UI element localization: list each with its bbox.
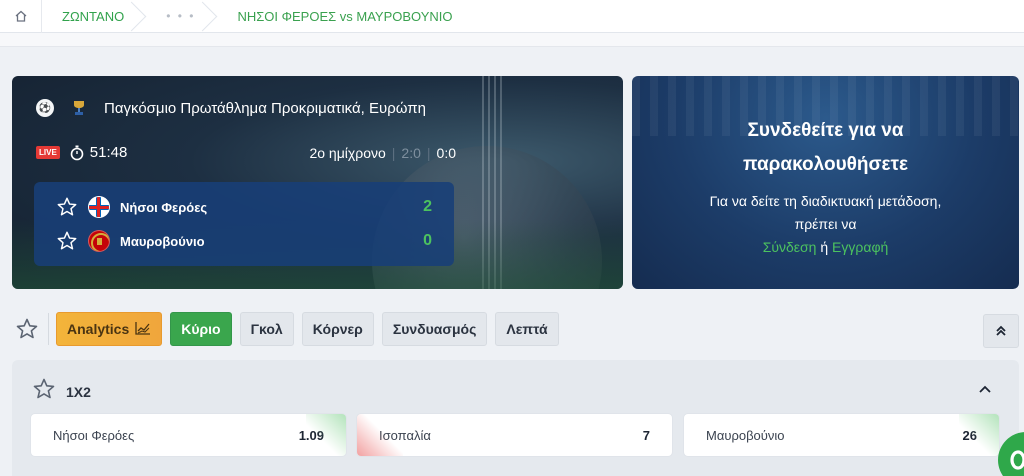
favorite-star-icon[interactable] (14, 316, 40, 342)
odd-button-away[interactable]: Μαυροβούνιο 26 (683, 413, 1000, 457)
market-title: 1X2 (66, 383, 91, 400)
match-period: 2ο ημίχρονο (309, 144, 386, 161)
login-link[interactable]: Σύνδεση (763, 239, 817, 255)
tab-corners[interactable]: Κόρνερ (301, 312, 374, 346)
live-badge: LIVE (36, 146, 60, 159)
odd-value: 7 (642, 427, 650, 443)
team-row-home: Νήσοι Φερόες 2 (34, 190, 454, 224)
market-star-icon[interactable] (32, 377, 56, 406)
chevron-up-icon[interactable] (975, 379, 995, 399)
chat-icon (1010, 450, 1024, 470)
team-name-home: Νήσοι Φερόες (120, 199, 208, 215)
promo-text: Για να δείτε τη διαδικτυακή μετάδοση, πρ… (692, 190, 959, 259)
tab-analytics-label: Analytics (67, 321, 130, 337)
breadcrumb-match: ΝΗΣΟΙ ΦΕΡΟΕΣ vs ΜΑΥΡΟΒΟΥΝΙΟ (237, 8, 453, 24)
separator: | (391, 144, 396, 161)
period-score: 0:0 (436, 144, 456, 161)
team-score-away: 0 (423, 232, 432, 249)
double-chevron-up-icon (996, 325, 1006, 336)
tab-combo[interactable]: Συνδυασμός (381, 312, 488, 346)
promo-or: ή (820, 239, 829, 255)
breadcrumb-live[interactable]: ΖΩΝΤΑΝΟ (42, 0, 146, 33)
stopwatch-icon (70, 145, 84, 161)
football-icon: ⚽ (36, 99, 54, 117)
odd-button-draw[interactable]: Ισοπαλία 7 (356, 413, 673, 457)
promo-description: Για να δείτε τη διαδικτυακή μετάδοση, πρ… (709, 193, 942, 232)
odd-label: Μαυροβούνιο (706, 427, 785, 443)
market-1x2: 1X2 Νήσοι Φερόες 1.09 Ισοπαλία 7 Μαυροβο… (12, 360, 1019, 476)
collapse-all-button[interactable] (983, 314, 1019, 348)
montenegro-flag-icon (88, 230, 110, 252)
faroe-islands-flag-icon (88, 196, 110, 218)
team-name-away: Μαυροβούνιο (120, 233, 205, 249)
league-name[interactable]: Παγκόσμιο Πρωτάθλημα Προκριματικά, Ευρώπ… (104, 100, 426, 117)
stream-login-promo: Συνδεθείτε για να παρακολουθήσετε Για να… (632, 76, 1019, 289)
trophy-icon (70, 98, 88, 118)
halftime-score: 2:0 (401, 144, 421, 161)
teams-box: Νήσοι Φερόες 2 Μαυροβούνιο 0 (34, 182, 454, 266)
odds-down-indicator (357, 414, 403, 456)
match-clock: 51:48 (89, 144, 128, 161)
market-tabs: Analytics Κύριο Γκολ Κόρνερ Συνδυασμός Λ… (14, 312, 567, 346)
home-icon (15, 10, 26, 22)
register-link[interactable]: Εγγραφή (832, 239, 888, 255)
odd-button-home[interactable]: Νήσοι Φερόες 1.09 (30, 413, 347, 457)
tab-main[interactable]: Κύριο (170, 312, 232, 346)
odds-up-indicator (959, 414, 999, 456)
separator: | (426, 144, 431, 161)
team-row-away: Μαυροβούνιο 0 (34, 224, 454, 258)
home-button[interactable] (0, 0, 42, 33)
odds-up-indicator (306, 414, 346, 456)
promo-title: Συνδεθείτε για να παρακολουθήσετε (742, 120, 909, 175)
breadcrumb: ΖΩΝΤΑΝΟ • • • ΝΗΣΟΙ ΦΕΡΟΕΣ vs ΜΑΥΡΟΒΟΥΝΙ… (0, 0, 1024, 33)
tab-analytics[interactable]: Analytics (56, 312, 163, 346)
star-icon[interactable] (56, 230, 78, 252)
star-icon[interactable] (56, 196, 78, 218)
team-score-home: 2 (423, 198, 432, 215)
odd-label: Νήσοι Φερόες (53, 427, 135, 443)
scoreboard: ⚽ Παγκόσμιο Πρωτάθλημα Προκριματικά, Ευρ… (12, 76, 623, 289)
breadcrumb-more[interactable]: • • • (146, 0, 217, 33)
tab-minutes[interactable]: Λεπτά (495, 312, 559, 346)
sub-bar (0, 33, 1024, 47)
chart-icon (135, 321, 151, 338)
divider (48, 313, 49, 345)
tab-goals[interactable]: Γκολ (239, 312, 294, 346)
